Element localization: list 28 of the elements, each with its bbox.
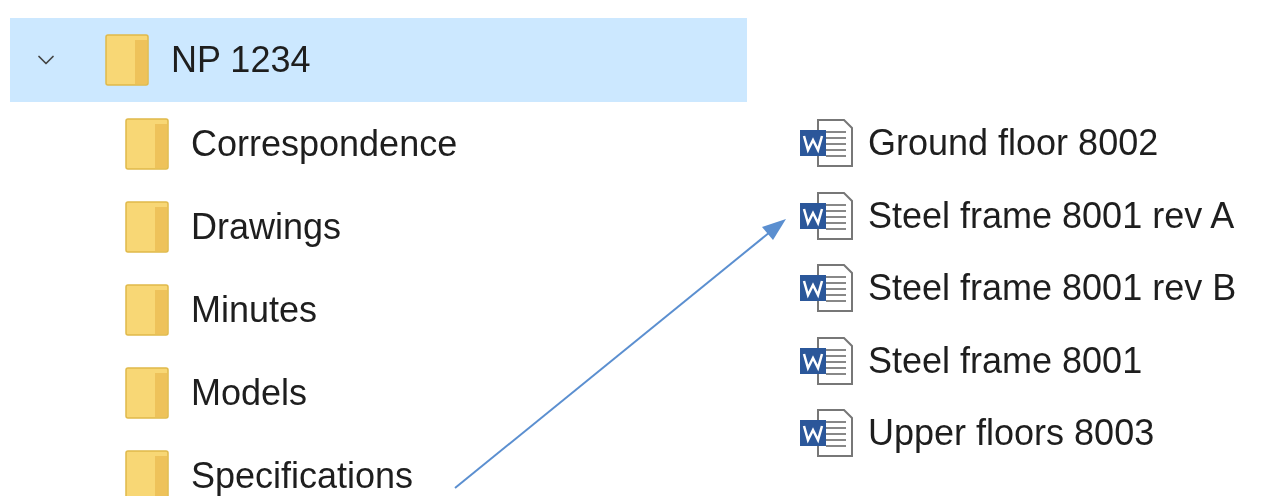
tree-item[interactable]: Drawings [10,185,747,268]
folder-label: Specifications [191,453,414,496]
folder-label: Drawings [191,204,342,249]
document-icon [798,408,854,459]
folder-icon [125,449,169,496]
tree-item[interactable]: Minutes [10,268,747,351]
file-name[interactable]: Steel frame 8001 rev A [868,188,1235,243]
folder-icon [105,34,149,86]
document-icon [798,190,854,241]
folder-icon [125,117,169,170]
tree-item[interactable]: Models [10,351,747,434]
document-icon [798,263,854,314]
file-name[interactable]: Ground floor 8002 [868,116,1159,171]
folder-icon [125,366,169,419]
folder-label: Minutes [191,287,318,332]
file-name[interactable]: Steel frame 8001 [868,333,1143,388]
folder-label: NP 1234 [171,38,311,82]
document-icon [798,118,854,169]
file-name[interactable]: Steel frame 8001 rev B [868,261,1237,316]
folder-label: Correspondence [191,121,458,166]
folder-label: Models [191,370,308,415]
tree-item[interactable]: Correspondence [10,102,747,185]
document-icon [798,335,854,386]
tree-item[interactable]: NP 1234 [10,18,747,102]
folder-icon [125,283,169,336]
folder-icon [125,200,169,253]
tree-item[interactable]: Specifications [10,434,747,496]
file-name[interactable]: Upper floors 8003 [868,406,1155,461]
